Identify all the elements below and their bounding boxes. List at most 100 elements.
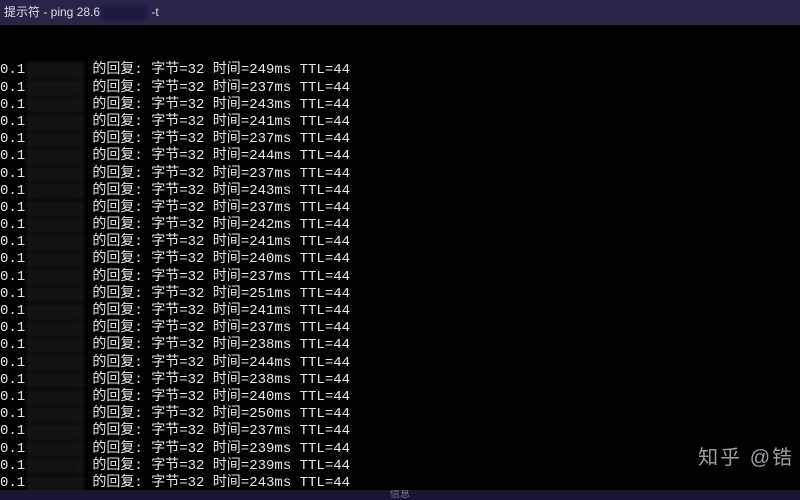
ip-prefix: 0.1 — [0, 234, 26, 251]
reply-text: 的回复: 字节=32 时间=242ms TTL=44 — [84, 217, 350, 234]
ping-reply-line: 0.1 的回复: 字节=32 时间=237ms TTL=44 — [0, 80, 800, 97]
ip-masked — [26, 63, 84, 79]
ip-prefix: 0.1 — [0, 423, 26, 440]
ip-masked — [26, 441, 84, 457]
reply-text: 的回复: 字节=32 时间=241ms TTL=44 — [84, 114, 350, 131]
ip-masked — [26, 218, 84, 234]
ip-prefix: 0.1 — [0, 269, 26, 286]
ip-masked — [26, 183, 84, 199]
reply-text: 的回复: 字节=32 时间=240ms TTL=44 — [84, 251, 350, 268]
reply-text: 的回复: 字节=32 时间=237ms TTL=44 — [84, 269, 350, 286]
ping-reply-line: 0.1 的回复: 字节=32 时间=241ms TTL=44 — [0, 114, 800, 131]
reply-text: 的回复: 字节=32 时间=239ms TTL=44 — [84, 441, 350, 458]
ping-reply-line: 0.1 的回复: 字节=32 时间=238ms TTL=44 — [0, 337, 800, 354]
ping-reply-line: 0.1 的回复: 字节=32 时间=240ms TTL=44 — [0, 389, 800, 406]
reply-text: 的回复: 字节=32 时间=238ms TTL=44 — [84, 337, 350, 354]
reply-text: 的回复: 字节=32 时间=251ms TTL=44 — [84, 286, 350, 303]
ip-masked — [26, 115, 84, 131]
ip-prefix: 0.1 — [0, 62, 26, 79]
ip-masked — [26, 321, 84, 337]
ip-masked — [26, 304, 84, 320]
reply-text: 的回复: 字节=32 时间=241ms TTL=44 — [84, 303, 350, 320]
reply-text: 的回复: 字节=32 时间=239ms TTL=44 — [84, 458, 350, 475]
ip-prefix: 0.1 — [0, 166, 26, 183]
reply-text: 的回复: 字节=32 时间=237ms TTL=44 — [84, 200, 350, 217]
ping-reply-line: 0.1 的回复: 字节=32 时间=237ms TTL=44 — [0, 131, 800, 148]
reply-text: 的回复: 字节=32 时间=243ms TTL=44 — [84, 183, 350, 200]
ip-prefix: 0.1 — [0, 97, 26, 114]
reply-text: 的回复: 字节=32 时间=244ms TTL=44 — [84, 148, 350, 165]
ip-masked — [26, 252, 84, 268]
ping-reply-line: 0.1 的回复: 字节=32 时间=249ms TTL=44 — [0, 62, 800, 79]
ip-prefix: 0.1 — [0, 200, 26, 217]
ip-prefix: 0.1 — [0, 80, 26, 97]
reply-text: 的回复: 字节=32 时间=243ms TTL=44 — [84, 97, 350, 114]
ip-masked — [26, 132, 84, 148]
title-ip-mask — [102, 6, 146, 20]
ip-prefix: 0.1 — [0, 406, 26, 423]
title-prefix: 提示符 - ping — [4, 5, 77, 19]
ip-prefix: 0.1 — [0, 458, 26, 475]
ping-reply-line: 0.1 的回复: 字节=32 时间=241ms TTL=44 — [0, 234, 800, 251]
ip-prefix: 0.1 — [0, 389, 26, 406]
ip-prefix: 0.1 — [0, 320, 26, 337]
ping-reply-line: 0.1 的回复: 字节=32 时间=238ms TTL=44 — [0, 372, 800, 389]
ip-masked — [26, 458, 84, 474]
ip-masked — [26, 149, 84, 165]
ip-prefix: 0.1 — [0, 372, 26, 389]
ping-reply-line: 0.1 的回复: 字节=32 时间=243ms TTL=44 — [0, 183, 800, 200]
ip-prefix: 0.1 — [0, 131, 26, 148]
ping-reply-line: 0.1 的回复: 字节=32 时间=244ms TTL=44 — [0, 355, 800, 372]
reply-text: 的回复: 字节=32 时间=237ms TTL=44 — [84, 320, 350, 337]
ping-reply-line: 0.1 的回复: 字节=32 时间=240ms TTL=44 — [0, 251, 800, 268]
ip-prefix: 0.1 — [0, 114, 26, 131]
reply-text: 的回复: 字节=32 时间=237ms TTL=44 — [84, 131, 350, 148]
ip-masked — [26, 80, 84, 96]
ip-masked — [26, 355, 84, 371]
ip-masked — [26, 97, 84, 113]
window-titlebar[interactable]: 提示符 - ping 28.6 -t — [0, 0, 800, 25]
ping-reply-line: 0.1 的回复: 字节=32 时间=237ms TTL=44 — [0, 423, 800, 440]
ip-prefix: 0.1 — [0, 337, 26, 354]
ip-masked — [26, 235, 84, 251]
reply-text: 的回复: 字节=32 时间=249ms TTL=44 — [84, 62, 350, 79]
ip-masked — [26, 390, 84, 406]
reply-text: 的回复: 字节=32 时间=241ms TTL=44 — [84, 234, 350, 251]
ip-masked — [26, 407, 84, 423]
reply-text: 的回复: 字节=32 时间=250ms TTL=44 — [84, 406, 350, 423]
ip-prefix: 0.1 — [0, 251, 26, 268]
ping-reply-line: 0.1 的回复: 字节=32 时间=251ms TTL=44 — [0, 286, 800, 303]
ip-prefix: 0.1 — [0, 217, 26, 234]
reply-text: 的回复: 字节=32 时间=240ms TTL=44 — [84, 389, 350, 406]
ip-prefix: 0.1 — [0, 183, 26, 200]
ip-masked — [26, 269, 84, 285]
ping-reply-line: 0.1 的回复: 字节=32 时间=237ms TTL=44 — [0, 269, 800, 286]
ping-reply-line: 0.1 的回复: 字节=32 时间=237ms TTL=44 — [0, 320, 800, 337]
title-suffix: -t — [148, 5, 159, 19]
ip-prefix: 0.1 — [0, 303, 26, 320]
ip-prefix: 0.1 — [0, 148, 26, 165]
ping-reply-line: 0.1 的回复: 字节=32 时间=244ms TTL=44 — [0, 148, 800, 165]
ip-prefix: 0.1 — [0, 286, 26, 303]
ping-reply-line: 0.1 的回复: 字节=32 时间=250ms TTL=44 — [0, 406, 800, 423]
terminal-output[interactable]: 0.1 的回复: 字节=32 时间=249ms TTL=440.1 的回复: 字… — [0, 25, 800, 500]
reply-text: 的回复: 字节=32 时间=237ms TTL=44 — [84, 166, 350, 183]
ping-reply-line: 0.1 的回复: 字节=32 时间=239ms TTL=44 — [0, 458, 800, 475]
reply-text: 的回复: 字节=32 时间=237ms TTL=44 — [84, 423, 350, 440]
ip-masked — [26, 286, 84, 302]
ip-masked — [26, 166, 84, 182]
ping-reply-line: 0.1 的回复: 字节=32 时间=243ms TTL=44 — [0, 97, 800, 114]
ping-reply-line: 0.1 的回复: 字节=32 时间=241ms TTL=44 — [0, 303, 800, 320]
reply-text: 的回复: 字节=32 时间=237ms TTL=44 — [84, 80, 350, 97]
ip-masked — [26, 424, 84, 440]
reply-text: 的回复: 字节=32 时间=238ms TTL=44 — [84, 372, 350, 389]
ip-prefix: 0.1 — [0, 441, 26, 458]
reply-text: 的回复: 字节=32 时间=244ms TTL=44 — [84, 355, 350, 372]
ip-masked — [26, 201, 84, 217]
ip-masked — [26, 338, 84, 354]
title-ip-a: 28.6 — [77, 5, 100, 19]
ping-reply-line: 0.1 的回复: 字节=32 时间=237ms TTL=44 — [0, 166, 800, 183]
ip-prefix: 0.1 — [0, 355, 26, 372]
ping-reply-line: 0.1 的回复: 字节=32 时间=239ms TTL=44 — [0, 441, 800, 458]
bottom-status-strip: 信息 — [0, 490, 800, 500]
